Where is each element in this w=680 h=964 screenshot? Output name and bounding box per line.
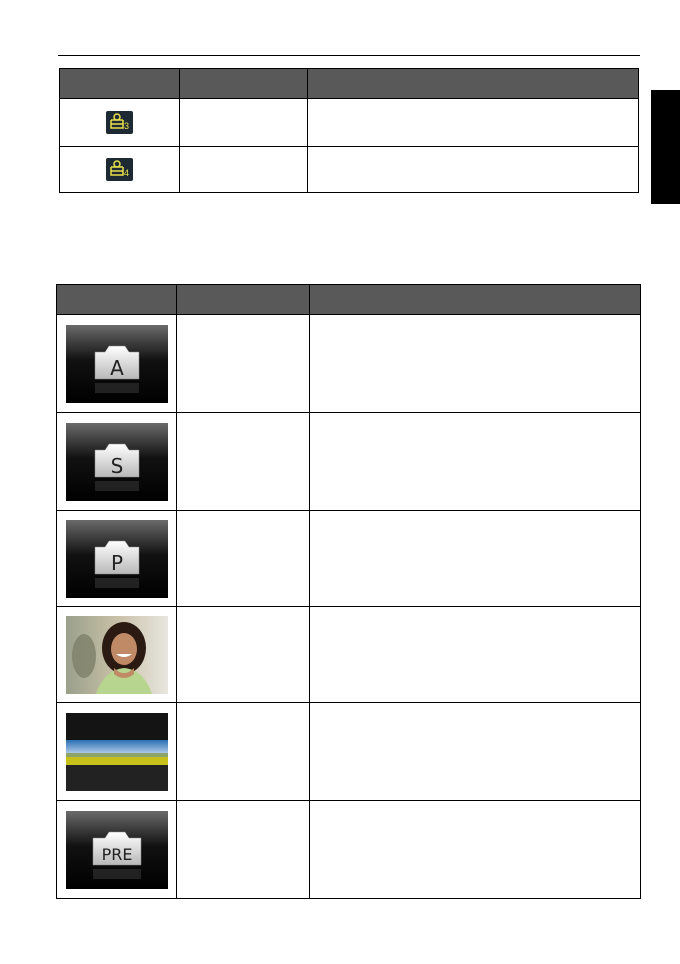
drive-mode-4-icon: 4 [106, 158, 133, 181]
name-cell [176, 702, 310, 801]
description-cell [309, 510, 641, 607]
icon-cell [56, 702, 177, 801]
icon-cell: S [56, 412, 177, 511]
program-mode-letter: P [110, 551, 122, 575]
preset-mode-icon: PRE [65, 810, 168, 889]
description-cell [309, 800, 641, 899]
table-row [56, 606, 641, 703]
icon-cell: A [56, 314, 177, 413]
landscape-scene-icon [65, 712, 168, 791]
icon-cell: PRE [56, 800, 177, 899]
description-cell [309, 412, 641, 511]
table-row [56, 702, 641, 801]
table-row: 4 [59, 146, 639, 193]
name-cell [176, 800, 310, 899]
description-cell [309, 314, 641, 413]
table-row: A [56, 314, 641, 413]
drive-mode-3-icon: 3 [106, 111, 133, 134]
icon-cell: 3 [59, 98, 180, 147]
description-cell [307, 98, 639, 147]
header-cell-icon [59, 68, 180, 99]
program-mode-icon: P [65, 519, 168, 598]
icon-cell [56, 606, 177, 703]
header-rule [58, 55, 640, 56]
portrait-scene-icon [65, 615, 168, 694]
table-row: P [56, 510, 641, 607]
table-header-row [56, 284, 641, 315]
header-cell-description [307, 68, 639, 99]
icon-cell: 4 [59, 146, 180, 193]
aperture-mode-letter: A [110, 356, 124, 380]
drive-mode-4-label: 4 [124, 168, 129, 178]
preset-mode-label: PRE [101, 845, 132, 864]
description-cell [307, 146, 639, 193]
name-cell [176, 412, 310, 511]
name-cell [176, 606, 310, 703]
table-row: S [56, 412, 641, 511]
drive-mode-3-label: 3 [124, 121, 129, 131]
language-side-tab [651, 90, 680, 204]
shutter-mode-letter: S [110, 454, 123, 478]
icon-cell: P [56, 510, 177, 607]
header-cell-description [309, 284, 641, 315]
name-cell [179, 98, 308, 147]
description-cell [309, 606, 641, 703]
shooting-mode-table: A S P PRE [56, 284, 641, 899]
name-cell [179, 146, 308, 193]
aperture-priority-mode-icon: A [65, 324, 168, 403]
table-row: PRE [56, 800, 641, 899]
description-cell [309, 702, 641, 801]
header-cell-name [176, 284, 310, 315]
table-row: 3 [59, 98, 639, 147]
name-cell [176, 510, 310, 607]
header-cell-icon [56, 284, 177, 315]
shutter-priority-mode-icon: S [65, 422, 168, 501]
drive-mode-table: 3 4 [59, 68, 639, 193]
table-header-row [59, 68, 639, 99]
header-cell-name [179, 68, 308, 99]
name-cell [176, 314, 310, 413]
